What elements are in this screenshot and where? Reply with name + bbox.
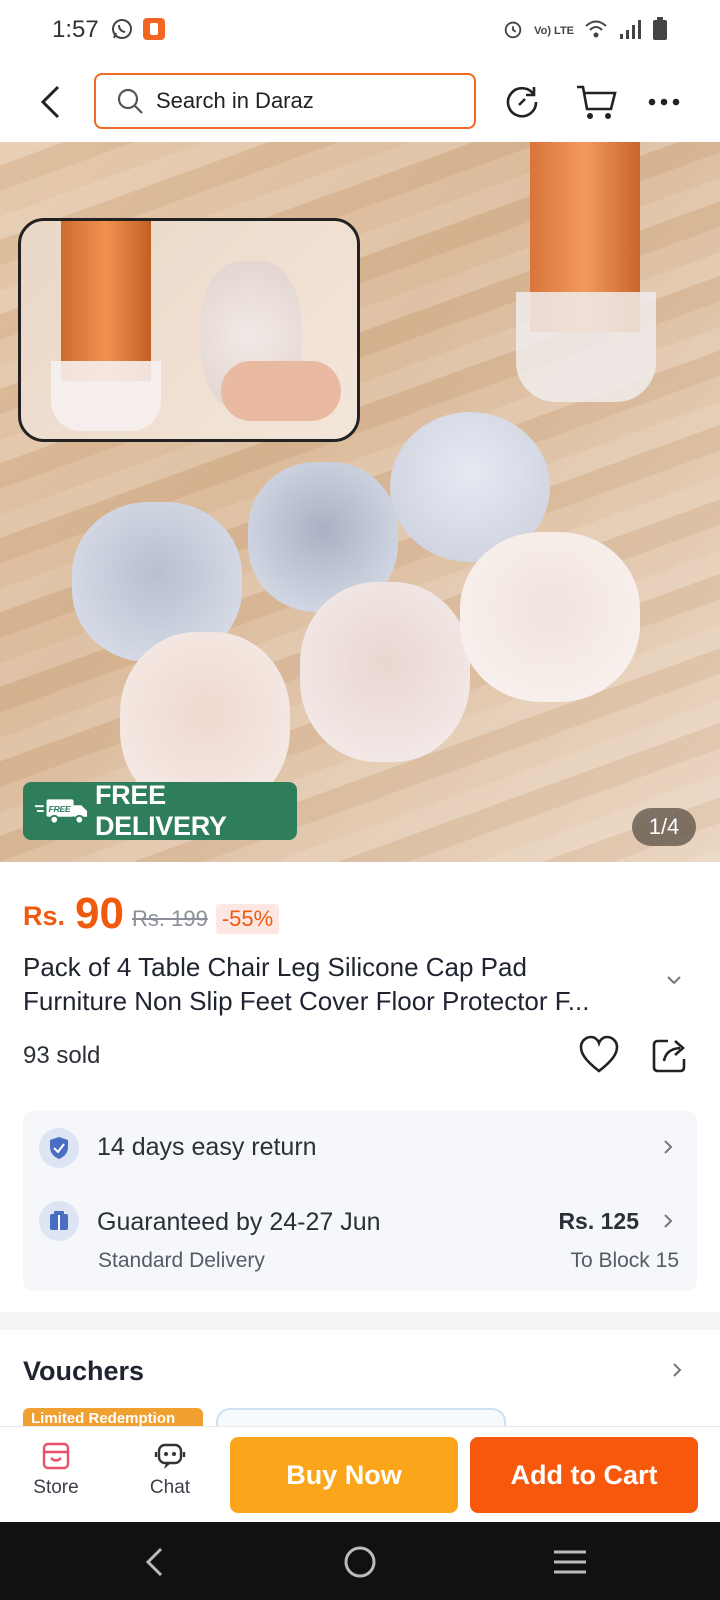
- product-title-line: Pack of 4 Table Chair Leg Silicone Cap P…: [23, 952, 527, 982]
- chevron-right-icon: [664, 1140, 673, 1154]
- expand-title-button[interactable]: [666, 972, 682, 990]
- free-delivery-badge: FREE FREE DELIVERY: [23, 780, 297, 841]
- buy-now-button[interactable]: Buy Now: [230, 1437, 458, 1513]
- system-home-button[interactable]: [338, 1540, 382, 1584]
- store-button[interactable]: Store: [16, 1439, 96, 1499]
- silicone-cap-image: [300, 582, 470, 762]
- back-button[interactable]: [30, 80, 70, 124]
- search-input[interactable]: Search in Daraz: [94, 73, 476, 129]
- share-icon: [652, 1039, 686, 1073]
- bottom-action-bar: Store Chat Buy Now Add to Cart: [0, 1426, 720, 1522]
- more-icon: [648, 98, 680, 106]
- top-nav: Search in Daraz: [0, 62, 720, 142]
- free-badge-truck-text: FREE: [48, 804, 70, 814]
- silicone-cap-image: [516, 292, 656, 402]
- status-time: 1:57: [52, 16, 99, 43]
- store-icon: [42, 1442, 70, 1470]
- original-price: Rs. 199: [131, 906, 208, 931]
- add-to-cart-button[interactable]: Add to Cart: [470, 1437, 698, 1513]
- gallery-page-indicator: 1/4: [632, 808, 696, 846]
- shield-icon: [39, 1128, 79, 1168]
- status-bar: 1:57 Vo) LTE: [0, 0, 720, 62]
- volte-icon: Vo) LTE: [534, 25, 574, 37]
- more-button[interactable]: [640, 78, 688, 126]
- delivery-estimate: Guaranteed by 24-27 Jun: [97, 1208, 381, 1236]
- system-home-icon: [344, 1546, 376, 1578]
- signal-icon: [618, 18, 642, 45]
- chat-button[interactable]: Chat: [130, 1439, 210, 1499]
- vouchers-more-button[interactable]: [672, 1362, 682, 1383]
- chevron-right-icon: [664, 1214, 673, 1228]
- sold-count: 93 sold: [23, 1042, 101, 1069]
- delivery-fee: Rs. 125: [558, 1208, 639, 1234]
- vouchers-heading[interactable]: Vouchers: [23, 1356, 144, 1387]
- battery-icon: [652, 17, 668, 46]
- search-icon: [117, 88, 143, 114]
- wifi-icon: [584, 18, 608, 45]
- free-delivery-label: FREE DELIVERY: [94, 780, 227, 841]
- current-price: 90: [75, 889, 124, 938]
- delivery-type: Standard Delivery: [98, 1249, 265, 1272]
- return-policy-label: 14 days easy return: [97, 1133, 317, 1161]
- cart-button[interactable]: [572, 78, 620, 126]
- discount-badge: -55%: [215, 904, 280, 934]
- price-row: Rs. 90 Rs. 199 -55%: [23, 880, 280, 940]
- wishlist-button[interactable]: [578, 1035, 620, 1080]
- silicone-cap-image: [460, 532, 640, 702]
- delivery-destination: To Block 15: [570, 1249, 679, 1272]
- system-back-icon: [145, 1547, 163, 1577]
- system-menu-icon: [554, 1550, 586, 1574]
- system-back-button[interactable]: [132, 1540, 176, 1584]
- chevron-right-icon: [673, 1363, 682, 1377]
- history-button[interactable]: [498, 78, 546, 126]
- system-navigation-bar: [0, 1522, 720, 1600]
- share-button[interactable]: [650, 1035, 690, 1080]
- cart-icon: [577, 85, 617, 119]
- delivery-box-icon: [39, 1201, 79, 1241]
- inset-detail-image: [18, 218, 360, 442]
- chat-icon: [154, 1443, 186, 1469]
- product-image-gallery[interactable]: FREE FREE DELIVERY 1/4: [0, 142, 720, 862]
- history-icon: [506, 86, 538, 118]
- alarm-icon: [502, 18, 524, 45]
- search-placeholder: Search in Daraz: [156, 88, 314, 113]
- app-notification-icon: [142, 17, 166, 46]
- chevron-down-icon: [667, 976, 681, 985]
- product-title-line: Furniture Non Slip Feet Cover Floor Prot…: [23, 986, 590, 1016]
- back-icon: [40, 85, 60, 119]
- delivery-truck-icon: FREE: [35, 799, 88, 825]
- product-title[interactable]: Pack of 4 Table Chair Leg Silicone Cap P…: [23, 950, 663, 1018]
- service-info-box: 14 days easy return Guaranteed by 24-27 …: [23, 1111, 697, 1291]
- chat-label: Chat: [149, 1477, 191, 1498]
- store-label: Store: [33, 1477, 79, 1498]
- section-divider: [0, 1312, 720, 1330]
- currency-label: Rs.: [23, 901, 66, 931]
- whatsapp-icon: [110, 17, 134, 46]
- heart-icon: [579, 1035, 619, 1073]
- system-recents-button[interactable]: [548, 1540, 592, 1584]
